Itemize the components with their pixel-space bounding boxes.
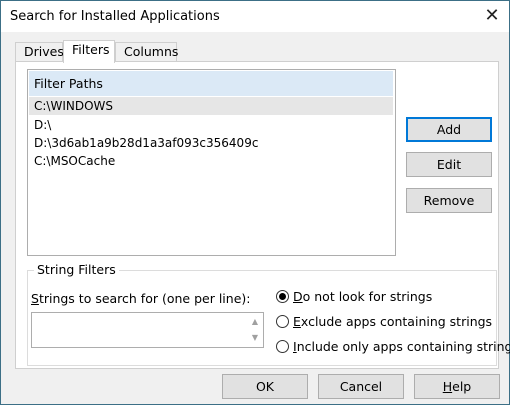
list-item[interactable]: C:\MSOCache: [29, 152, 393, 170]
tab-columns[interactable]: Columns: [115, 42, 178, 62]
radio-label: Include only apps containing strings: [293, 338, 510, 356]
scroll-up-icon[interactable]: ▲: [248, 314, 262, 330]
radio-label-text: xclude apps containing strings: [300, 314, 493, 329]
close-icon[interactable]: ✕: [481, 5, 503, 27]
radio-accesskey: D: [293, 289, 303, 304]
dialog-window: Search for Installed Applications ✕ Driv…: [0, 0, 510, 405]
scroll-down-icon[interactable]: ▼: [248, 330, 262, 346]
radio-label-text: nclude only apps containing strings: [296, 339, 510, 354]
string-filters-group: String Filters Strings to search for (on…: [27, 262, 510, 366]
strings-label-accesskey: S: [31, 291, 39, 306]
radio-unchecked-icon[interactable]: [276, 340, 289, 353]
tab-drives[interactable]: Drives: [15, 42, 64, 62]
filters-tab-panel: Filter Paths C:\WINDOWS D:\ D:\3d6ab1a9b…: [15, 61, 510, 369]
strings-textarea[interactable]: ▲ ▼: [31, 312, 264, 348]
filter-paths-list[interactable]: Filter Paths C:\WINDOWS D:\ D:\3d6ab1a9b…: [27, 69, 396, 256]
add-button[interactable]: Add: [406, 117, 492, 142]
radio-label: Exclude apps containing strings: [293, 313, 492, 331]
radio-unchecked-icon[interactable]: [276, 315, 289, 328]
tab-filters[interactable]: Filters: [63, 40, 115, 63]
string-filters-label: String Filters: [34, 262, 119, 277]
list-item[interactable]: C:\WINDOWS: [29, 97, 393, 115]
radio-label: Do not look for strings: [293, 288, 432, 306]
title-bar: Search for Installed Applications ✕: [1, 1, 509, 32]
strings-label-text: trings to search for (one per line):: [38, 291, 251, 306]
strings-input-label: Strings to search for (one per line):: [31, 291, 250, 306]
help-button[interactable]: Help: [414, 374, 500, 399]
remove-button[interactable]: Remove: [406, 188, 492, 213]
radio-checked-icon[interactable]: [276, 290, 289, 303]
help-label: elp: [452, 379, 472, 394]
window-title: Search for Installed Applications: [10, 9, 220, 24]
ok-button[interactable]: OK: [222, 374, 308, 399]
filter-paths-header[interactable]: Filter Paths: [29, 71, 393, 96]
edit-button[interactable]: Edit: [406, 152, 492, 177]
radio-accesskey: E: [293, 314, 301, 329]
list-item[interactable]: D:\: [29, 116, 393, 134]
radio-label-text: o not look for strings: [302, 289, 433, 304]
list-item[interactable]: D:\3d6ab1a9b28d1a3af093c356409c: [29, 134, 393, 152]
cancel-button[interactable]: Cancel: [318, 374, 404, 399]
help-accesskey: H: [442, 379, 453, 394]
